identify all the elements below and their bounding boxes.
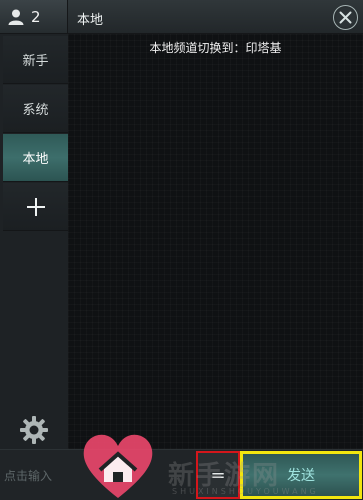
gear-icon xyxy=(20,416,48,444)
close-button[interactable] xyxy=(333,5,358,30)
channel-sidebar: 新手 系统 本地 xyxy=(0,34,68,449)
tab-system[interactable]: 系统 xyxy=(3,85,68,133)
system-message: 本地频道切换到：印塔基 xyxy=(149,41,282,55)
add-channel-button[interactable] xyxy=(3,183,68,231)
close-icon xyxy=(339,11,352,24)
tab-newbie[interactable]: 新手 xyxy=(3,36,68,84)
user-icon xyxy=(8,9,24,25)
tab-label: 新手 xyxy=(22,54,49,69)
send-button-label: 发送 xyxy=(287,468,315,484)
tab-local[interactable]: 本地 xyxy=(3,134,68,182)
watermark-logo xyxy=(83,434,153,498)
tab-label: 系统 xyxy=(22,103,49,118)
watermark-subtext: SHUXINSHOUYOUWANG xyxy=(172,487,319,496)
title-bar: 本地 xyxy=(68,0,363,34)
player-count: 2 xyxy=(31,7,41,26)
player-count-badge[interactable]: 2 xyxy=(0,0,68,34)
settings-button[interactable] xyxy=(14,410,54,450)
chat-message-area[interactable]: 本地频道切换到：印塔基 xyxy=(68,34,363,449)
plus-icon xyxy=(26,197,45,216)
channel-title: 本地 xyxy=(77,13,104,28)
chat-input-placeholder: 点击输入 xyxy=(4,469,53,483)
tab-label: 本地 xyxy=(22,152,49,167)
